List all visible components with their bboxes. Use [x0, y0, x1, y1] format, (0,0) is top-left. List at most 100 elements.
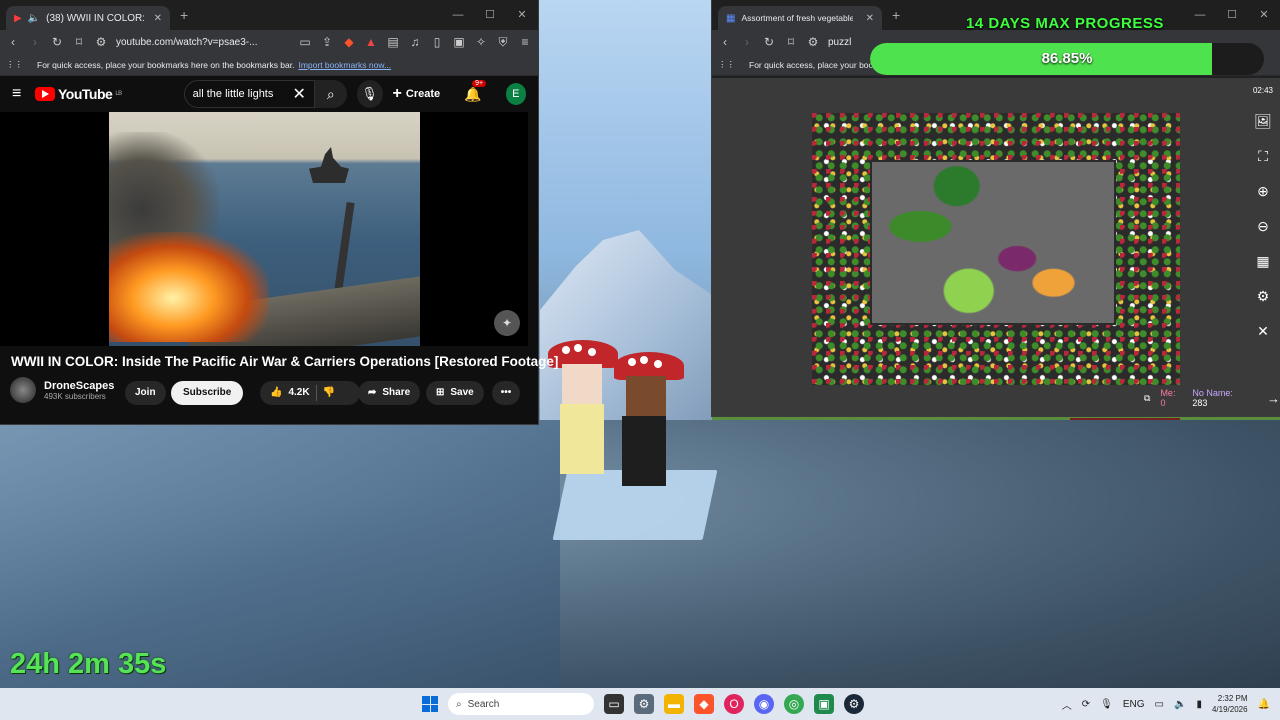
avatar[interactable]: E [505, 83, 526, 105]
youtube-header: ≡ YouTube LB all the little lights ✕ ⌕ 🎙… [0, 76, 538, 112]
settings-icon[interactable]: ⚙ [1257, 288, 1270, 305]
youtube-logo[interactable]: YouTube LB [35, 86, 122, 102]
bookmark-icon[interactable]: ⌑ [72, 35, 86, 49]
windows-start-icon[interactable] [422, 696, 438, 712]
wallet-icon[interactable]: ▣ [452, 35, 466, 49]
task-view-icon[interactable]: ▭ [604, 694, 624, 714]
site-info-icon[interactable]: ⚙ [94, 35, 108, 49]
language-indicator[interactable]: ENG [1123, 699, 1145, 710]
close-tab-icon[interactable]: ✕ [866, 13, 874, 24]
minimize-icon[interactable]: — [1184, 0, 1216, 30]
site-info-icon[interactable]: ⚙ [806, 35, 820, 49]
file-explorer-icon[interactable]: ▬ [664, 694, 684, 714]
microphone-icon[interactable]: 🎙 [356, 80, 383, 108]
maximize-icon[interactable]: ☐ [1216, 0, 1248, 30]
more-actions-icon[interactable]: ••• [492, 381, 520, 405]
notifications-icon[interactable]: 🔔 [1258, 699, 1270, 710]
forward-icon[interactable]: › [28, 35, 42, 49]
minimize-icon[interactable]: — [442, 0, 474, 30]
brave-shield-icon[interactable]: ◆ [342, 35, 356, 49]
maximize-icon[interactable]: ☐ [474, 0, 506, 30]
reload-icon[interactable]: ↻ [762, 35, 776, 49]
forward-icon[interactable]: › [740, 35, 754, 49]
search-icon[interactable]: ⌕ [314, 80, 347, 108]
opera-icon[interactable]: O [724, 694, 744, 714]
save-button[interactable]: ⊞ Save [426, 381, 484, 405]
leo-icon[interactable]: ✧ [474, 35, 488, 49]
close-window-icon[interactable]: ✕ [506, 0, 538, 30]
tab-puzzle[interactable]: ▦ Assortment of fresh vegetables ✕ [718, 6, 882, 30]
steam-icon[interactable]: ⚙ [844, 694, 864, 714]
share-page-icon[interactable]: ⇪ [320, 35, 334, 49]
search-input[interactable]: all the little lights ✕ [183, 80, 315, 108]
apps-grid-icon[interactable]: ⋮⋮ [718, 59, 735, 70]
close-icon[interactable]: ✕ [1257, 323, 1269, 340]
sidebar-icon[interactable]: ▯ [430, 35, 444, 49]
subscribe-button[interactable]: Subscribe [171, 381, 244, 405]
image-preview-icon[interactable]: 🖼 [1254, 113, 1272, 130]
discord-icon[interactable]: ◉ [754, 694, 774, 714]
assembled-puzzle-area [870, 160, 1116, 325]
notifications-bell-icon[interactable]: 🔔 9+ [464, 79, 487, 103]
me-label: Me: [1160, 388, 1176, 398]
close-window-icon[interactable]: ✕ [1248, 0, 1280, 30]
volume-icon[interactable]: 🔈 [1174, 699, 1186, 710]
brave-rewards-icon[interactable]: ▲ [364, 35, 378, 49]
taskbar-search[interactable]: ⌕ Search [448, 693, 594, 715]
player-characters [548, 340, 688, 520]
zoom-out-icon[interactable]: ⊖ [1257, 218, 1269, 235]
gun-fire [109, 232, 269, 342]
video-player[interactable]: ✦ [0, 112, 528, 346]
sync-icon[interactable]: ⟳ [1082, 699, 1090, 710]
channel-name[interactable]: DroneScapes [44, 380, 114, 392]
clear-search-icon[interactable]: ✕ [293, 84, 306, 104]
cast-icon[interactable]: ▭ [298, 35, 312, 49]
thumbs-up-icon[interactable]: 👍 [270, 381, 282, 405]
apps-grid-icon[interactable]: ⋮⋮ [6, 59, 23, 70]
new-tab-icon[interactable]: + [180, 7, 188, 23]
media-icon[interactable]: ♫ [408, 35, 422, 49]
close-tab-icon[interactable]: ✕ [154, 13, 162, 24]
chrome-icon[interactable]: ◎ [784, 694, 804, 714]
settings-icon[interactable]: ⚙ [634, 694, 654, 714]
chevron-up-icon[interactable]: ︿ [1062, 697, 1072, 712]
tab-youtube[interactable]: ▶ 🔈 (38) WWII IN COLOR: Inside T ✕ [6, 6, 170, 30]
pieces-grid-icon[interactable]: ▦ [1256, 253, 1269, 270]
search-placeholder: Search [467, 698, 500, 710]
back-icon[interactable]: ‹ [6, 35, 20, 49]
reader-icon[interactable]: ▤ [386, 35, 400, 49]
character-head-2 [626, 376, 666, 416]
system-tray: ︿ ⟳ 🎙 ENG ▭ 🔈 ▮ 2:32 PM 4/19/2026 🔔 [1062, 688, 1270, 720]
reload-icon[interactable]: ↻ [50, 35, 64, 49]
share-button[interactable]: ➦ Share [358, 381, 421, 405]
bookmark-icon[interactable]: ⌑ [784, 35, 798, 49]
channel-watermark-icon[interactable]: ✦ [494, 310, 520, 336]
arrow-right-icon[interactable]: → [1267, 391, 1280, 406]
network-icon[interactable]: ▭ [1155, 699, 1164, 710]
create-button[interactable]: + Create [393, 85, 441, 103]
menu-icon[interactable]: ≡ [518, 35, 532, 49]
tab-bar: ▶ 🔈 (38) WWII IN COLOR: Inside T ✕ + — ☐… [0, 0, 538, 30]
channel-avatar[interactable] [10, 377, 36, 403]
import-bookmarks-link[interactable]: Import bookmarks now... [298, 60, 391, 70]
zoom-in-icon[interactable]: ⊕ [1257, 183, 1269, 200]
vpn-icon[interactable]: ⛨ [496, 35, 510, 50]
puzzle-board[interactable] [812, 113, 1180, 385]
clock[interactable]: 2:32 PM 4/19/2026 [1212, 693, 1248, 715]
battery-icon[interactable]: ▮ [1196, 699, 1202, 710]
speaker-icon[interactable]: 🔈 [28, 13, 40, 24]
back-icon[interactable]: ‹ [718, 35, 732, 49]
join-button[interactable]: Join [125, 381, 166, 405]
hamburger-menu-icon[interactable]: ≡ [12, 85, 25, 103]
fullscreen-icon[interactable]: ⛶ [1258, 148, 1268, 165]
taskbar: ⌕ Search ▭ ⚙ ▬ ◆ O ◉ ◎ ▣ ⚙ ︿ ⟳ 🎙 ENG ▭ 🔈… [0, 688, 1280, 720]
microphone-icon[interactable]: 🎙 [1100, 699, 1113, 710]
url-field[interactable]: youtube.com/watch?v=psae3-... [116, 37, 290, 48]
app-icon[interactable]: ▣ [814, 694, 834, 714]
youtube-logo-text: YouTube [58, 86, 113, 102]
new-tab-icon[interactable]: + [892, 7, 900, 23]
thumbs-down-icon[interactable]: 👎 [323, 381, 335, 405]
me-score: Me: 0 [1160, 388, 1182, 408]
brave-icon[interactable]: ◆ [694, 694, 714, 714]
like-count[interactable]: 4.2K [288, 381, 309, 405]
